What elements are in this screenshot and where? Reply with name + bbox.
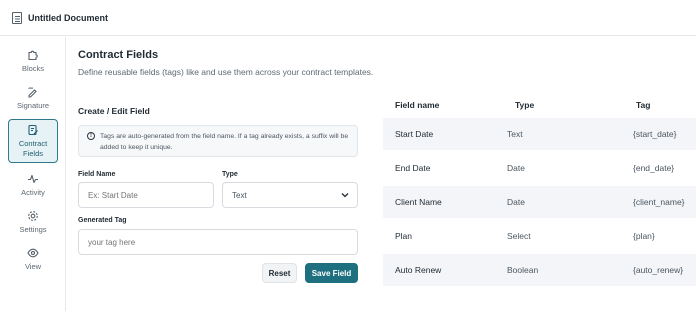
puzzle-icon <box>28 50 38 61</box>
cell-field-name: Plan <box>395 231 413 241</box>
save-field-button[interactable]: Save Field <box>305 263 358 283</box>
cell-field-name: Client Name <box>395 197 442 207</box>
type-label: Type <box>222 171 238 178</box>
cell-type: Text <box>507 129 523 139</box>
sidebar-item-view[interactable]: View <box>8 247 58 273</box>
cell-tag: {plan} <box>633 231 655 241</box>
cell-tag: {client_name} <box>633 197 685 207</box>
cell-field-name: Auto Renew <box>395 265 442 275</box>
sidebar-item-signature[interactable]: Signature <box>8 86 58 112</box>
notice-text: Tags are auto-generated from the field n… <box>100 133 349 151</box>
page-title: Contract Fields <box>78 49 159 61</box>
cell-field-name: End Date <box>395 163 431 173</box>
activity-icon <box>28 174 38 184</box>
sidebar-item-label: View <box>24 262 42 271</box>
table-row[interactable]: Client Name Date {client_name} <box>383 186 696 218</box>
eye-icon <box>27 248 39 258</box>
column-header-tag: Tag <box>636 100 651 110</box>
type-select-value: Text <box>232 190 247 200</box>
info-notice: ! Tags are auto-generated from the field… <box>78 125 358 157</box>
field-name-label: Field Name <box>78 171 116 178</box>
top-bar: Untitled Document <box>0 0 696 36</box>
column-header-field-name: Field name <box>395 100 440 110</box>
sidebar-item-label: Activity <box>21 188 45 197</box>
type-select[interactable]: Text <box>222 182 358 208</box>
page-subtitle: Define reusable fields (tags) like and u… <box>78 67 374 77</box>
field-name-input[interactable] <box>78 182 214 208</box>
document-icon <box>12 11 22 24</box>
sidebar-item-label: Signature <box>16 101 50 110</box>
sidebar-item-blocks[interactable]: Blocks <box>8 49 58 75</box>
table-row[interactable]: Start Date Text {start_date} <box>383 118 696 150</box>
info-icon: ! <box>87 132 95 140</box>
table-row[interactable]: End Date Date {end_date} <box>383 152 696 184</box>
cell-type: Date <box>507 197 525 207</box>
sidebar-item-label: Blocks <box>21 64 45 73</box>
table-row[interactable]: Auto Renew Boolean {auto_renew} <box>383 254 696 286</box>
sidebar-item-activity[interactable]: Activity <box>8 173 58 199</box>
generated-tag-label: Generated Tag <box>78 217 127 224</box>
cell-tag: {auto_renew} <box>633 265 684 275</box>
sidebar-item-contract-fields[interactable]: Contract Fields <box>8 119 58 163</box>
sidebar-item-settings[interactable]: Settings <box>8 210 58 236</box>
sidebar-item-label: Settings <box>19 225 47 234</box>
generated-tag-input[interactable] <box>78 229 358 255</box>
sidebar: Blocks Signature Contract Fields Activit… <box>0 37 66 311</box>
cell-tag: {start_date} <box>633 129 677 139</box>
cell-field-name: Start Date <box>395 129 434 139</box>
column-header-type: Type <box>515 100 535 110</box>
cell-type: Date <box>507 163 525 173</box>
form-title: Create / Edit Field <box>78 106 150 116</box>
cell-type: Boolean <box>507 265 539 275</box>
cell-type: Select <box>507 231 531 241</box>
table-row[interactable]: Plan Select {plan} <box>383 220 696 252</box>
chevron-down-icon <box>341 193 349 198</box>
reset-button[interactable]: Reset <box>262 263 297 283</box>
signature-icon <box>28 87 37 98</box>
cell-tag: {end_date} <box>633 163 675 173</box>
document-title[interactable]: Untitled Document <box>28 13 108 23</box>
gear-icon <box>28 211 38 221</box>
sidebar-item-label: Contract Fields <box>18 139 48 158</box>
edit-document-icon <box>28 124 38 136</box>
